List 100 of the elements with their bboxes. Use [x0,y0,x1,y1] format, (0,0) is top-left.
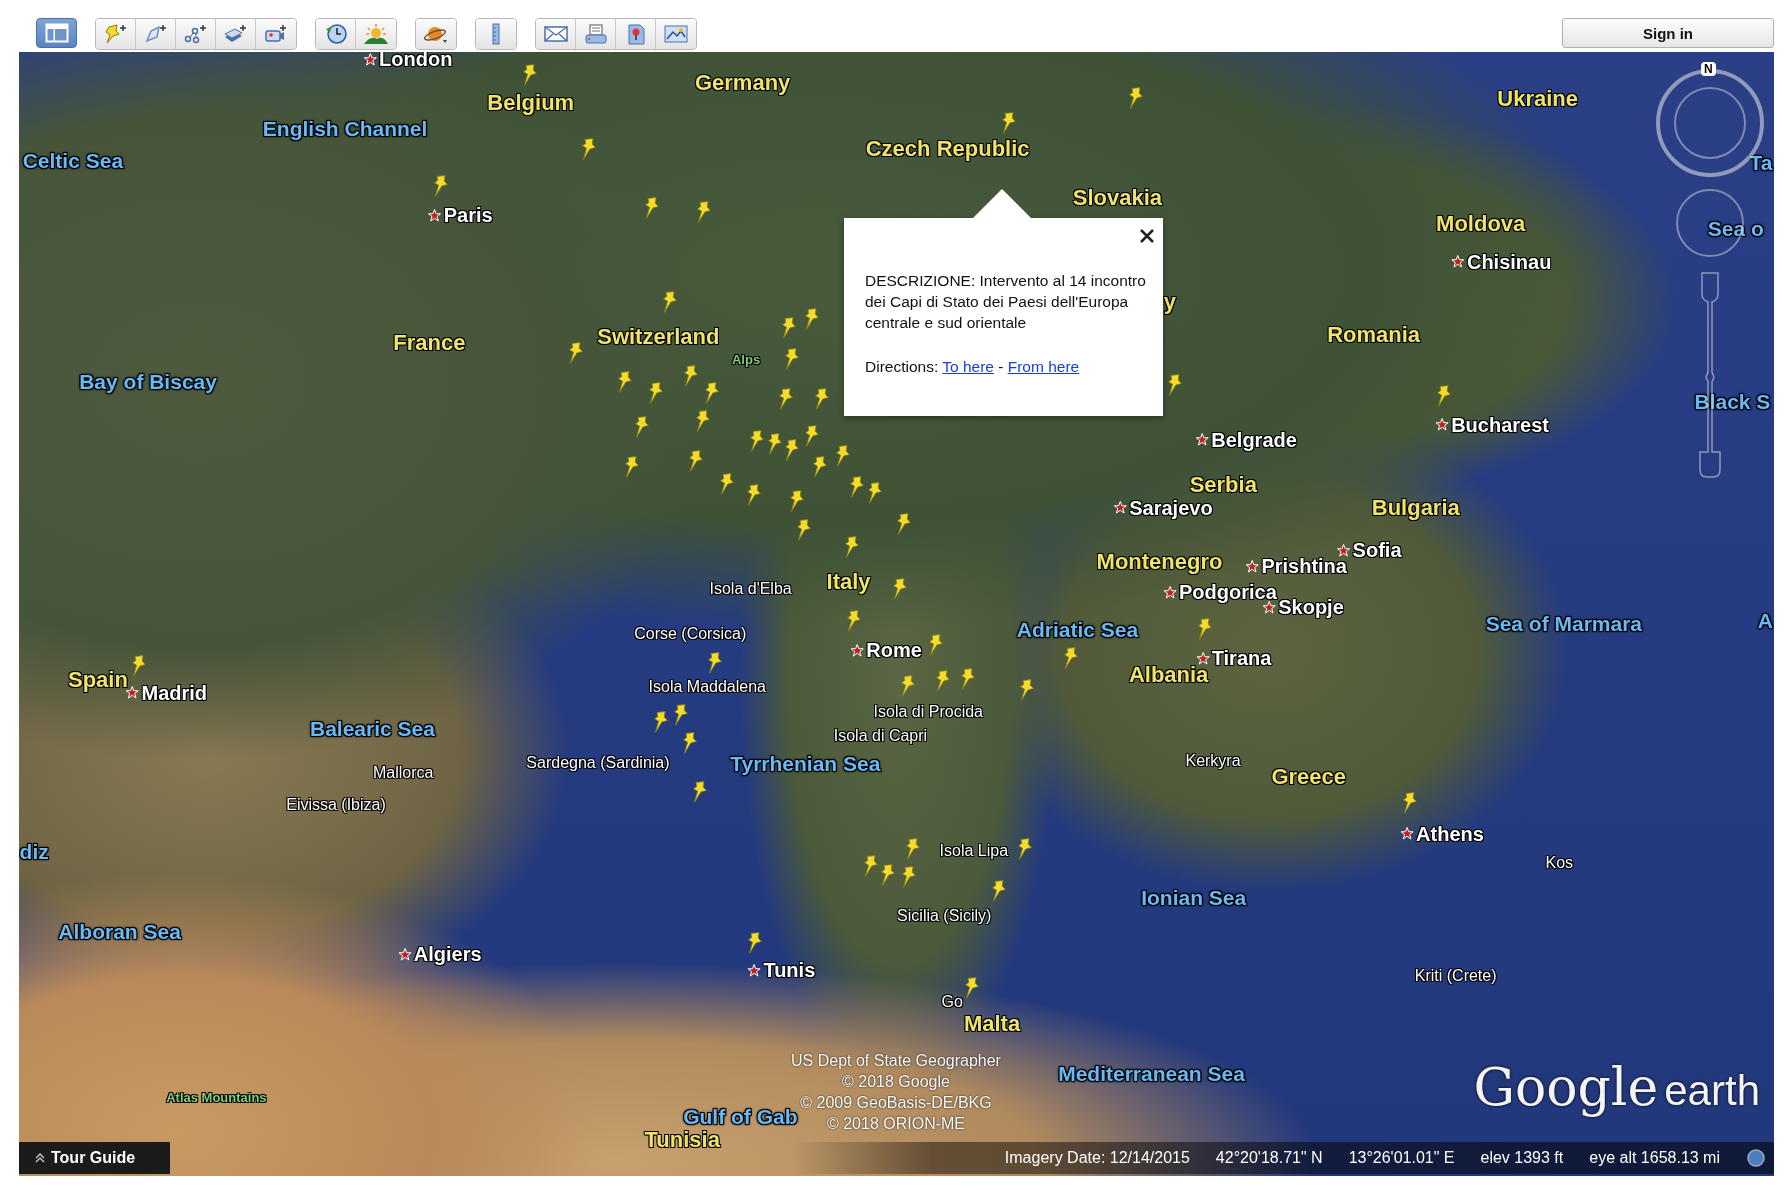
pushpin-icon[interactable] [905,836,922,861]
pushpin-icon[interactable] [568,341,585,366]
pushpin-icon[interactable] [652,710,669,735]
pushpin-icon[interactable] [863,853,880,878]
pushpin-icon[interactable] [694,409,711,434]
pushpin-icon[interactable] [804,424,821,449]
pushpin-icon[interactable] [682,730,699,755]
view-in-maps-button[interactable] [616,19,656,49]
historical-imagery-button[interactable] [316,19,356,49]
pushpin-icon[interactable] [695,199,712,224]
pushpin-icon[interactable] [783,346,800,371]
pushpin-icon[interactable] [1167,372,1184,397]
pushpin-icon[interactable] [766,432,783,457]
pushpin-icon[interactable] [703,380,720,405]
pushpin-icon[interactable] [634,415,651,440]
pushpin-icon[interactable] [935,669,952,694]
pushpin-icon[interactable] [891,576,908,601]
pushpin-icon[interactable] [683,363,700,388]
country-label: Montenegro [1096,548,1223,575]
pushpin-icon[interactable] [990,878,1007,903]
satellite-map-imagery[interactable] [19,52,1774,1176]
sidebar-icon [44,23,69,43]
pushpin-icon[interactable] [796,517,813,542]
country-label: Tunisia [644,1127,720,1154]
city-star-icon [850,643,865,658]
pushpin-icon[interactable] [866,481,883,506]
pushpin-icon[interactable] [624,455,641,479]
sidebar-toggle-button[interactable] [36,18,77,48]
close-icon[interactable] [1139,228,1155,244]
pushpin-icon[interactable] [1436,384,1453,409]
save-image-button[interactable] [656,19,696,49]
pushpin-icon[interactable] [643,196,660,221]
country-label: Switzerland [597,324,720,351]
pushpin-icon[interactable] [749,428,766,453]
pushpin-icon[interactable] [1402,791,1419,815]
pushpin-icon[interactable] [617,369,634,394]
pushpin-icon[interactable] [673,703,690,728]
pushpin-icon[interactable] [848,475,865,500]
sea-label: Gulf of Gab [683,1105,798,1130]
pushpin-icon[interactable] [843,534,860,559]
pushpin-icon[interactable] [432,173,449,198]
longitude-text: 13°26'01.01" E [1348,1149,1455,1167]
add-polygon-button[interactable] [136,19,176,49]
pushpin-icon[interactable] [1019,678,1036,703]
pushpin-icon[interactable] [707,650,724,675]
pushpin-icon[interactable] [580,137,597,162]
sunlight-button[interactable] [356,19,396,49]
pushpin-icon[interactable] [1127,85,1144,110]
city-star-icon [1162,585,1177,600]
pushpin-icon[interactable] [783,437,800,462]
country-label: Serbia [1189,472,1257,499]
pushpin-icon[interactable] [777,386,794,411]
pushpin-icon[interactable] [812,455,829,479]
pushpin-icon[interactable] [1197,616,1214,641]
pushpin-icon[interactable] [130,654,147,679]
pushpin-icon[interactable] [899,673,916,698]
pushpin-icon[interactable] [1001,111,1018,135]
pushpin-icon[interactable] [746,483,762,508]
pushpin-icon[interactable] [781,316,798,341]
pushpin-icon[interactable] [834,443,851,468]
planet-button[interactable] [416,19,456,49]
imagery-date-text: Imagery Date: 12/14/2015 [1004,1149,1190,1167]
place-label: Sardegna (Sardinia) [526,754,670,773]
from-here-link[interactable]: From here [1007,358,1080,375]
pushpin-icon[interactable] [896,511,913,536]
pushpin-icon[interactable] [900,865,917,889]
print-button[interactable] [576,19,616,49]
add-overlay-button[interactable] [216,19,256,49]
add-path-button[interactable] [176,19,216,49]
pushpin-icon[interactable] [963,975,980,1000]
pushpin-icon[interactable] [661,289,678,314]
pushpin-icon[interactable] [928,632,945,657]
sign-in-button[interactable]: Sign in [1562,18,1774,48]
place-label: Isola di Capri [833,726,928,745]
to-here-link[interactable]: To here [942,358,994,375]
email-button[interactable] [536,19,576,49]
pushpin-icon[interactable] [804,306,821,331]
pushpin-icon[interactable] [718,472,735,497]
pushpin-icon[interactable] [880,862,897,887]
pushpin-icon[interactable] [747,931,764,956]
country-label: Czech Republic [865,136,1030,163]
pushpin-icon[interactable] [521,63,538,88]
ruler-button[interactable] [476,19,516,49]
north-indicator[interactable]: N [1701,62,1716,76]
pushpin-icon[interactable] [960,666,977,691]
pushpin-icon[interactable] [692,779,709,804]
tour-guide-button[interactable]: Tour Guide [19,1142,170,1174]
record-tour-button[interactable] [256,19,296,49]
city-label: Tirana [1211,646,1272,670]
pushpin-icon[interactable] [648,380,665,405]
add-placemark-button[interactable] [96,19,136,49]
city-star-icon [1195,432,1210,447]
pushpin-icon[interactable] [789,489,806,514]
sea-label: diz [19,839,49,864]
sea-label: Ta [1749,150,1773,175]
pushpin-icon[interactable] [846,608,863,633]
pushpin-icon[interactable] [1017,836,1034,861]
pushpin-icon[interactable] [814,386,831,411]
pushpin-icon[interactable] [1062,646,1079,671]
pushpin-icon[interactable] [687,449,704,474]
